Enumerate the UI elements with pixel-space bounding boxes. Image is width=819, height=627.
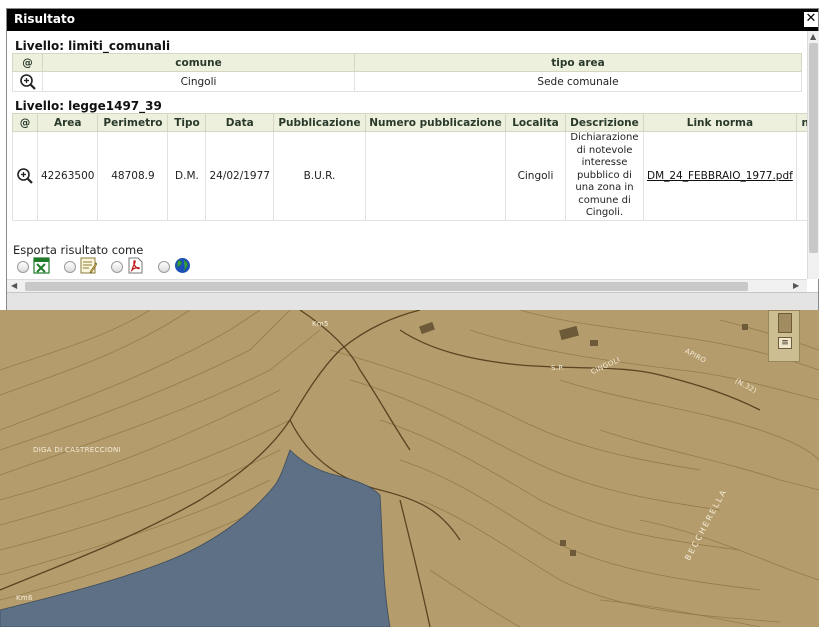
layer1-table: @ comune tipo area Cingoli Sede comunale	[12, 53, 802, 92]
cell-tipo: D.M.	[167, 131, 207, 221]
topographic-map[interactable]: Km5 DIGA DI CASTRECCIONI S.P. CINGOLI AP…	[0, 310, 819, 627]
map-label-diga: DIGA DI CASTRECCIONI	[33, 446, 121, 454]
export-radio-excel[interactable]	[17, 261, 29, 273]
descrizione-line: di notevole	[576, 144, 633, 156]
cell-nu	[795, 131, 807, 221]
pan-icon[interactable]	[778, 313, 792, 333]
column-header-localita[interactable]: Localita	[504, 113, 566, 132]
column-header-data[interactable]: Data	[205, 113, 274, 132]
layer2-table: @ Area Perimetro Tipo Data Pubblicazione…	[12, 113, 807, 221]
zoom-to-feature-button[interactable]	[12, 71, 43, 92]
cell-pubblicazione: B.U.R.	[272, 131, 366, 221]
descrizione-line: Dichiarazione	[570, 132, 639, 143]
cell-area: 42263500	[36, 131, 99, 221]
cell-numero-pubblicazione	[364, 131, 506, 221]
table-header-row: @ comune tipo area	[12, 53, 802, 72]
lake-shape	[0, 449, 391, 627]
cell-descrizione: Dichiarazione di notevole interesse pubb…	[564, 131, 644, 221]
column-header-perimetro[interactable]: Perimetro	[97, 113, 169, 132]
scroll-right-arrow-icon[interactable]: ▶	[793, 280, 799, 292]
column-header-at: @	[12, 113, 38, 132]
window-resize-bar[interactable]	[7, 292, 818, 310]
cell-perimetro: 48708.9	[97, 131, 169, 221]
export-radio-kml[interactable]	[158, 261, 170, 273]
layer1-title: Livello: limiti_comunali	[15, 39, 171, 53]
vertical-scroll-thumb[interactable]	[809, 43, 818, 253]
column-header-link-norma[interactable]: Link norma	[642, 113, 797, 132]
column-header-numero-pubblicazione[interactable]: Numero pubblicazione	[364, 113, 506, 132]
pdf-icon	[128, 257, 143, 274]
column-header-comune[interactable]: comune	[42, 53, 355, 72]
close-button[interactable]: ✕	[804, 12, 818, 27]
column-header-tipo[interactable]: Tipo	[167, 113, 207, 132]
horizontal-scroll-thumb[interactable]	[25, 282, 748, 291]
export-label: Esporta risultato come	[13, 243, 144, 257]
map-label-km5: Km5	[312, 320, 329, 328]
map-navigation-control[interactable]: ≡	[768, 310, 800, 362]
column-header-tipo-area[interactable]: tipo area	[354, 53, 802, 72]
descrizione-line: una zona in	[575, 182, 634, 193]
column-header-descrizione[interactable]: Descrizione	[564, 113, 644, 132]
magnifier-zoom-in-icon	[19, 73, 36, 90]
window-titlebar[interactable]: Risultato ✕	[7, 9, 818, 31]
table-header-row: @ Area Perimetro Tipo Data Pubblicazione…	[12, 113, 807, 132]
layer2-title: Livello: legge1497_39	[15, 99, 162, 113]
result-window: Risultato ✕ Livello: limiti_comunali @ c…	[6, 8, 819, 310]
column-header-nu[interactable]: nu	[795, 113, 807, 132]
globe-icon	[175, 258, 190, 273]
column-header-area[interactable]: Area	[36, 113, 99, 132]
export-radio-pdf[interactable]	[111, 261, 123, 273]
text-edit-icon	[80, 257, 97, 274]
magnifier-zoom-in-icon	[17, 167, 33, 184]
result-content: Livello: limiti_comunali @ comune tipo a…	[7, 31, 807, 279]
scroll-left-arrow-icon[interactable]: ◀	[11, 280, 17, 292]
map-label-km6: Km6	[16, 594, 33, 602]
descrizione-line: Cingoli.	[585, 207, 624, 218]
cell-data: 24/02/1977	[205, 131, 274, 221]
table-row: 42263500 48708.9 D.M. 24/02/1977 B.U.R. …	[12, 131, 807, 221]
map-label-sp: S.P.	[551, 364, 565, 372]
cell-localita: Cingoli	[504, 131, 566, 221]
column-header-pubblicazione[interactable]: Pubblicazione	[272, 113, 366, 132]
excel-icon	[33, 257, 50, 274]
descrizione-line: interesse	[581, 157, 628, 168]
cell-tipo-area: Sede comunale	[354, 71, 802, 92]
column-header-at: @	[12, 53, 43, 72]
cell-comune: Cingoli	[42, 71, 355, 92]
zoom-to-feature-button[interactable]	[12, 131, 38, 221]
scroll-up-arrow-icon[interactable]: ▲	[810, 31, 816, 43]
horizontal-scrollbar[interactable]: ◀ ▶	[7, 279, 807, 292]
descrizione-line: comune di	[578, 194, 631, 206]
export-radio-text[interactable]	[64, 261, 76, 273]
table-row: Cingoli Sede comunale	[12, 71, 802, 92]
link-norma-pdf[interactable]: DM_24_FEBBRAIO_1977.pdf	[642, 131, 797, 221]
vertical-scrollbar[interactable]: ▲	[807, 31, 819, 279]
descrizione-line: pubblico di	[577, 169, 632, 181]
window-title: Risultato	[14, 12, 75, 26]
zoom-bar-icon[interactable]: ≡	[778, 337, 792, 349]
